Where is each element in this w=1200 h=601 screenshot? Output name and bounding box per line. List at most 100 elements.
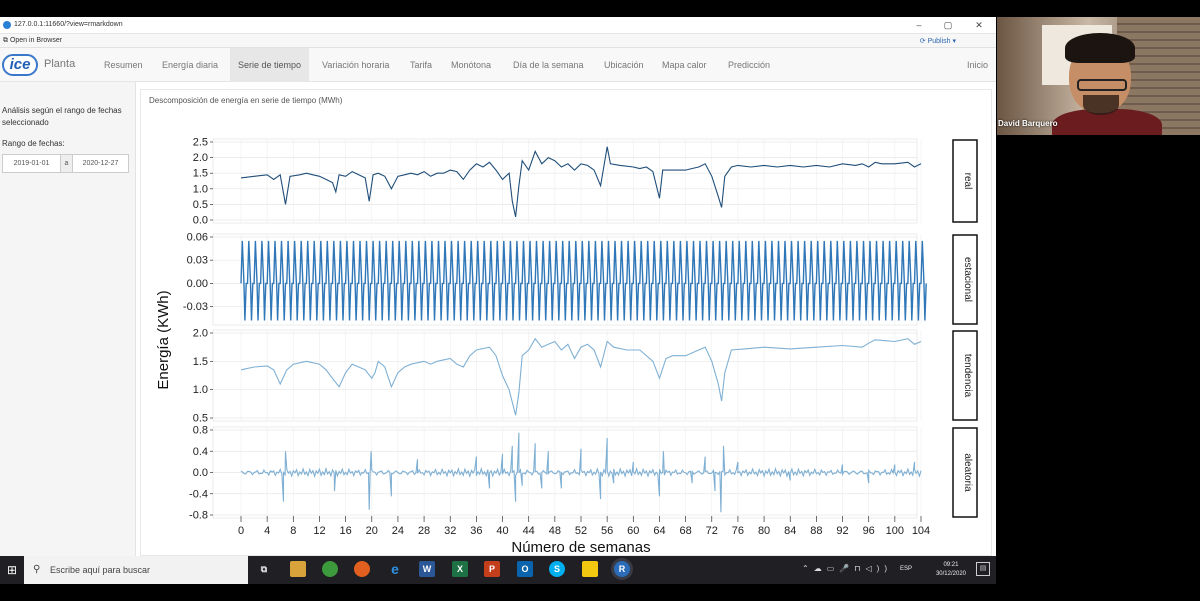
publish-label: Publish: [927, 38, 951, 45]
inicio-link[interactable]: Inicio: [967, 48, 988, 82]
strip-label-tendencia: tendencia: [962, 354, 973, 398]
outlook-icon[interactable]: O: [517, 561, 533, 577]
tab-monótona[interactable]: Monótona: [443, 48, 499, 82]
x-tick-label: 96: [863, 525, 875, 537]
tab-ubicación[interactable]: Ubicación: [596, 48, 652, 82]
edge-icon[interactable]: e: [387, 561, 403, 577]
y-tick-label-tendencia: 1.0: [193, 384, 208, 396]
tab-energía-diaria[interactable]: Energía diaria: [154, 48, 226, 82]
windows-start-icon[interactable]: ⊞: [0, 556, 24, 584]
y-tick-label-real: 0.5: [193, 199, 208, 211]
brand-title[interactable]: Planta: [44, 58, 75, 70]
y-tick-label-tendencia: 2.0: [193, 328, 208, 340]
notification-icon[interactable]: ▤: [976, 562, 990, 576]
open-in-browser-label: Open in Browser: [9, 37, 63, 44]
chrome-icon[interactable]: [322, 561, 338, 577]
cam-person-beard: [1083, 95, 1119, 115]
skype-icon[interactable]: S: [549, 561, 565, 577]
y-tick-label-aleatoria: 0.8: [193, 425, 208, 437]
y-tick-label-aleatoria: -0.8: [189, 510, 208, 522]
app-navbar: ice Planta Resumen Energía diaria Serie de…: [0, 48, 996, 82]
y-tick-label-real: 2.5: [193, 137, 208, 149]
language-indicator[interactable]: ESP: [900, 566, 912, 572]
search-placeholder: Escribe aquí para buscar: [50, 565, 151, 575]
y-axis-label: Energía (KWh): [155, 290, 172, 389]
sticky-notes-icon[interactable]: [582, 561, 598, 577]
tab-tarifa[interactable]: Tarifa: [402, 48, 440, 82]
tab-mapa-calor[interactable]: Mapa calor: [654, 48, 715, 82]
tab-variación-horaria[interactable]: Variación horaria: [314, 48, 397, 82]
date-range-label: Rango de fechas:: [2, 139, 65, 148]
firefox-icon[interactable]: [354, 561, 370, 577]
title-bar: 127.0.0.1:11660/?view=rmarkdown – ▢ ✕: [0, 17, 996, 34]
x-tick-label: 60: [627, 525, 639, 537]
date-separator: a: [61, 154, 72, 173]
screen: 127.0.0.1:11660/?view=rmarkdown – ▢ ✕ ⧉ …: [0, 0, 1200, 601]
cam-person-glasses: [1077, 79, 1127, 91]
excel-icon[interactable]: X: [452, 561, 468, 577]
tab-día-de-la-semana[interactable]: Día de la semana: [505, 48, 592, 82]
date-end-input[interactable]: 2020-12-27: [72, 154, 129, 173]
tab-predicción[interactable]: Predicción: [720, 48, 778, 82]
ice-logo[interactable]: ice: [2, 54, 38, 76]
participant-name: David Barquero: [998, 119, 1058, 128]
y-tick-label-real: 1.0: [193, 183, 208, 195]
taskbar-search-input[interactable]: ⚲ Escribe aquí para buscar: [24, 556, 248, 584]
cam-person-hair: [1065, 33, 1135, 63]
x-tick-label: 44: [523, 525, 535, 537]
x-tick-label: 64: [653, 525, 665, 537]
chart-panel: Descomposición de energía en serie de ti…: [140, 89, 992, 556]
x-tick-label: 88: [810, 525, 822, 537]
rstudio-icon[interactable]: R: [614, 561, 630, 577]
x-tick-label: 32: [444, 525, 456, 537]
taskbar: ⊞ ⚲ Escribe aquí para buscar ⧉ e W X P O…: [0, 556, 996, 584]
taskbar-clock[interactable]: 09:21 30/12/2020: [936, 561, 966, 579]
y-tick-label-estacional: 0.00: [187, 278, 208, 290]
facet-panel-real: [212, 138, 918, 224]
x-tick-label: 104: [912, 525, 930, 537]
x-tick-label: 8: [290, 525, 296, 537]
open-in-browser-button[interactable]: ⧉ Open in Browser: [3, 37, 62, 45]
app-icon: [3, 21, 11, 29]
x-tick-label: 72: [706, 525, 718, 537]
x-tick-label: 80: [758, 525, 770, 537]
y-tick-label-tendencia: 1.5: [193, 356, 208, 368]
word-icon[interactable]: W: [419, 561, 435, 577]
x-tick-label: 4: [264, 525, 270, 537]
tab-resumen[interactable]: Resumen: [96, 48, 151, 82]
browser-window: 127.0.0.1:11660/?view=rmarkdown – ▢ ✕ ⧉ …: [0, 17, 996, 556]
url-text: 127.0.0.1:11660/?view=rmarkdown: [14, 21, 123, 28]
x-tick-label: 16: [339, 525, 351, 537]
close-button[interactable]: ✕: [972, 19, 986, 31]
powerpoint-icon[interactable]: P: [484, 561, 500, 577]
viewer-toolbar: ⧉ Open in Browser ⟳ Publish ▾: [0, 34, 996, 48]
clock-date: 30/12/2020: [935, 571, 966, 577]
clock-time: 09:21: [943, 562, 959, 568]
y-tick-label-aleatoria: 0.0: [193, 467, 208, 479]
strip-label-estacional: estacional: [962, 257, 973, 302]
search-icon: ⚲: [33, 564, 41, 575]
x-tick-label: 76: [732, 525, 744, 537]
x-tick-label: 0: [238, 525, 244, 537]
date-start-input[interactable]: 2019-01-01: [2, 154, 61, 173]
x-tick-label: 20: [366, 525, 378, 537]
sidebar-description: Análisis según el rango de fechas selecc…: [2, 106, 122, 127]
publish-button[interactable]: ⟳ Publish ▾: [920, 37, 956, 45]
file-explorer-icon[interactable]: [290, 561, 306, 577]
decomposition-chart: 0.00.51.01.52.02.5real-0.030.000.030.06e…: [155, 137, 978, 556]
y-tick-label-real: 0.0: [193, 215, 208, 227]
system-tray-icons[interactable]: ⌃☁▭🎤⊓◁)): [802, 564, 892, 573]
tab-serie-de-tiempo[interactable]: Serie de tiempo: [230, 48, 310, 82]
x-tick-label: 100: [886, 525, 904, 537]
task-view-icon[interactable]: ⧉: [256, 561, 272, 577]
x-tick-label: 56: [601, 525, 613, 537]
x-tick-label: 24: [392, 525, 404, 537]
y-tick-label-estacional: 0.06: [187, 232, 208, 244]
x-axis-label: Número de semanas: [511, 539, 650, 556]
minimize-button[interactable]: –: [912, 19, 926, 31]
panel-title: Descomposición de energía en serie de ti…: [149, 96, 343, 105]
strip-label-real: real: [962, 173, 973, 190]
sidebar: Análisis según el rango de fechas selecc…: [0, 82, 136, 556]
x-tick-label: 84: [784, 525, 796, 537]
maximize-button[interactable]: ▢: [941, 19, 955, 31]
